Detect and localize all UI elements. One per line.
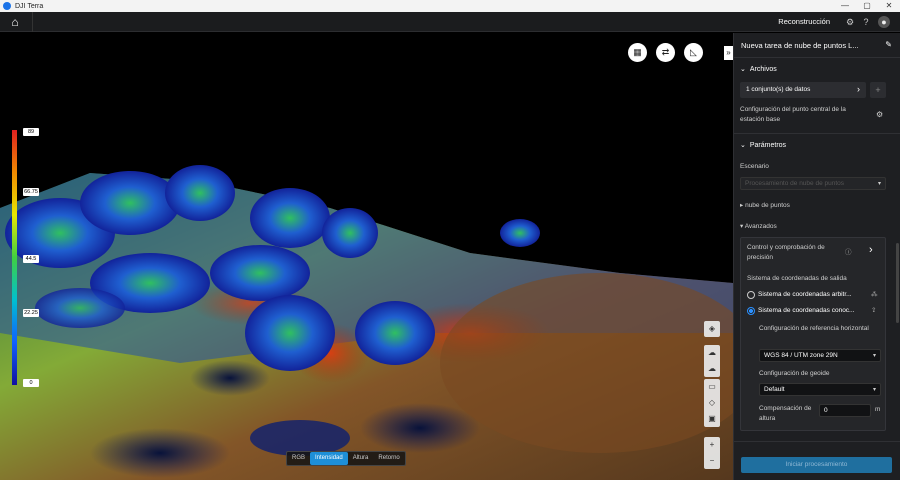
cloud-view-icon[interactable]: ☁ xyxy=(704,345,720,361)
app-logo-icon xyxy=(3,2,11,10)
chevron-down-icon: ⌄ xyxy=(740,142,746,149)
height-comp-unit: m xyxy=(875,406,881,413)
chevron-down-icon: ⌄ xyxy=(740,66,746,73)
dropdown-arrow-icon: ▾ xyxy=(872,353,876,359)
help-icon[interactable]: ? xyxy=(860,16,872,28)
cs-known-radio[interactable] xyxy=(747,307,755,315)
zoom-in-icon[interactable]: + xyxy=(704,437,720,453)
mode-intensity[interactable]: Intensidad xyxy=(310,452,348,465)
app-topbar: ⌂ Reconstrucción ⚙ ? ● xyxy=(0,12,900,32)
zoom-out-icon[interactable]: − xyxy=(704,453,720,469)
output-cs-label: Sistema de coordenadas de salida xyxy=(747,275,847,282)
start-processing-button[interactable]: Iniciar procesamiento xyxy=(741,457,892,473)
reconstruction-mode-label[interactable]: Reconstrucción xyxy=(778,17,830,26)
advanced-settings-box: Control y comprobación de precisión ⓘ › … xyxy=(740,237,886,431)
user-avatar-icon[interactable]: ● xyxy=(878,16,890,28)
display-toolgroup: ▭ ◇ ▣ xyxy=(704,379,720,427)
intensity-legend-bar xyxy=(12,130,17,385)
horizontal-ref-label: Configuración de referencia horizontal xyxy=(759,325,869,332)
maximize-button[interactable]: ▢ xyxy=(856,0,878,12)
topbar-divider xyxy=(32,12,33,32)
view-toolgroup: ☁ ☁ xyxy=(704,345,720,377)
scenario-label: Escenario xyxy=(740,163,769,170)
panel-scrollbar[interactable] xyxy=(896,243,899,323)
legend-tick-min: 0 xyxy=(23,379,39,387)
chevron-right-icon: › xyxy=(857,84,860,94)
dataset-button[interactable]: 1 conjunto(s) de datos › xyxy=(740,82,866,98)
precision-control-label: Control y comprobación de precisión xyxy=(747,244,825,261)
add-dataset-button[interactable]: + xyxy=(870,82,886,98)
point-cloud-toggle[interactable]: ▸ nube de puntos xyxy=(740,201,790,211)
window-controls: — ▢ ✕ xyxy=(834,0,900,12)
export-cs-icon[interactable]: ⇪ xyxy=(871,306,876,316)
measure-icon[interactable]: ◺ xyxy=(684,43,703,62)
point-cloud-render xyxy=(0,165,733,480)
advanced-toggle[interactable]: ▾ Avanzados xyxy=(740,222,777,232)
settings-icon[interactable]: ⚙ xyxy=(844,16,856,28)
cs-arbitrary-label: Sistema de coordenadas arbitr... xyxy=(758,291,852,298)
geoid-select[interactable]: Default ▾ xyxy=(759,383,881,396)
params-section-header[interactable]: ⌄ Parámetros xyxy=(740,141,786,149)
compare-icon[interactable]: ⇄ xyxy=(656,43,675,62)
divider xyxy=(734,133,900,134)
screenshot-icon[interactable]: ▦ xyxy=(628,43,647,62)
legend-tick-2: 44.5 xyxy=(23,255,39,263)
minimize-button[interactable]: — xyxy=(834,0,856,12)
dropdown-arrow-icon: ▾ xyxy=(877,181,881,187)
height-comp-input[interactable]: 0 xyxy=(819,404,871,417)
legend-tick-1: 22.25 xyxy=(23,309,39,317)
legend-tick-3: 66.75 xyxy=(23,188,39,196)
app-title: DJI Terra xyxy=(15,2,44,10)
cube-view-icon[interactable]: ◇ xyxy=(704,395,720,411)
close-button[interactable]: ✕ xyxy=(878,0,900,12)
legend-tick-max: 89 xyxy=(23,128,39,136)
cloud-filter-icon[interactable]: ☁ xyxy=(704,361,720,377)
mode-rgb[interactable]: RGB xyxy=(287,452,310,465)
panel-view-icon[interactable]: ▭ xyxy=(704,379,720,395)
info-icon[interactable]: ⓘ xyxy=(845,248,852,258)
geoid-label: Configuración de geoide xyxy=(759,370,830,377)
cs-known-label: Sistema de coordenadas conoc... xyxy=(758,307,855,314)
window-titlebar: DJI Terra — ▢ ✕ xyxy=(0,0,900,12)
dataset-button-label: 1 conjunto(s) de datos xyxy=(746,86,811,93)
divider xyxy=(734,441,900,442)
task-title: Nueva tarea de nube de puntos L... xyxy=(741,41,859,50)
display-mode-selector: RGB Intensidad Altura Retorno xyxy=(286,451,406,466)
horizontal-ref-select[interactable]: WGS 84 / UTM zone 29N ▾ xyxy=(759,349,881,362)
zoom-toolgroup: + − xyxy=(704,437,720,469)
edit-title-icon[interactable]: ✎ xyxy=(885,40,892,49)
layers-toolgroup: ◈ xyxy=(704,321,720,337)
task-panel: Nueva tarea de nube de puntos L... ✎ ⌄ Ar… xyxy=(733,33,900,480)
point-cloud-viewer[interactable]: 89 66.75 44.5 22.25 0 ▦ ⇄ ◺ » ◈ ☁ ☁ ▭ ◇ … xyxy=(0,33,733,480)
mode-return[interactable]: Retorno xyxy=(373,452,404,465)
precision-chevron-icon[interactable]: › xyxy=(869,245,873,256)
divider xyxy=(734,57,900,58)
height-comp-label: Compensación de altura xyxy=(759,405,812,422)
collapse-panel-icon[interactable]: » xyxy=(724,46,733,60)
cs-arbitrary-icon[interactable]: ⁂ xyxy=(871,290,878,300)
files-section-header[interactable]: ⌄ Archivos xyxy=(740,65,777,73)
box-view-icon[interactable]: ▣ xyxy=(704,411,720,427)
base-station-label: Configuración del punto central de la es… xyxy=(740,106,846,123)
home-icon[interactable]: ⌂ xyxy=(8,15,22,29)
layers-icon[interactable]: ◈ xyxy=(704,321,720,337)
scenario-select[interactable]: Procesamiento de nube de puntos ▾ xyxy=(740,177,886,190)
mode-height[interactable]: Altura xyxy=(348,452,374,465)
dropdown-arrow-icon: ▾ xyxy=(872,387,876,393)
base-station-settings-icon[interactable]: ⚙ xyxy=(876,110,883,120)
cs-arbitrary-radio[interactable] xyxy=(747,291,755,299)
